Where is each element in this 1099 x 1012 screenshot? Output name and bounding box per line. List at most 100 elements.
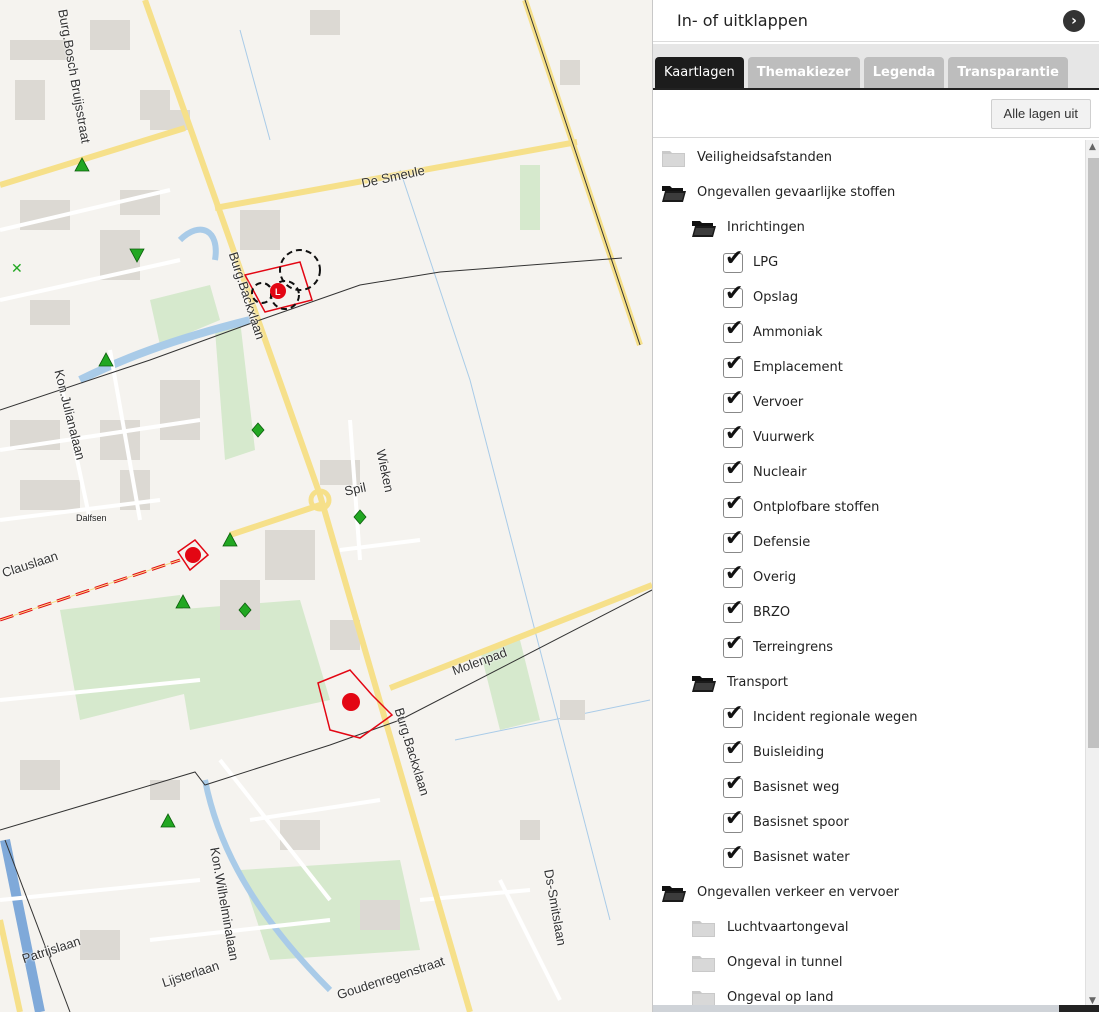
layer-row[interactable]: ✔ Overig bbox=[653, 560, 1085, 595]
folder-closed-row[interactable]: Ongeval op land bbox=[653, 980, 1085, 1006]
panel-title[interactable]: In- of uitklappen bbox=[677, 11, 808, 30]
layer-checkbox[interactable]: ✔ bbox=[723, 562, 743, 588]
scroll-thumb[interactable] bbox=[1088, 158, 1099, 748]
tab-legenda[interactable]: Legenda bbox=[863, 57, 945, 88]
layer-row[interactable]: ✔ Vervoer bbox=[653, 385, 1085, 420]
layer-checkbox[interactable]: ✔ bbox=[723, 282, 743, 308]
tab-transparantie[interactable]: Transparantie bbox=[948, 57, 1068, 88]
folder-closed-icon[interactable] bbox=[661, 148, 687, 168]
checkmark-icon: ✔ bbox=[725, 490, 744, 516]
layer-row[interactable]: ✔ BRZO bbox=[653, 595, 1085, 630]
checkmark-icon: ✔ bbox=[725, 420, 744, 446]
layer-label[interactable]: Luchtvaartongeval bbox=[727, 920, 849, 935]
layer-checkbox[interactable]: ✔ bbox=[723, 247, 743, 273]
folder-open-row[interactable]: Ongevallen gevaarlijke stoffen bbox=[653, 175, 1085, 210]
layer-checkbox[interactable]: ✔ bbox=[723, 422, 743, 448]
layer-row[interactable]: ✔ Buisleiding bbox=[653, 735, 1085, 770]
layer-label[interactable]: Buisleiding bbox=[753, 745, 824, 760]
layer-checkbox[interactable]: ✔ bbox=[723, 492, 743, 518]
layer-label[interactable]: Nucleair bbox=[753, 465, 807, 480]
layer-label[interactable]: Overig bbox=[753, 570, 796, 585]
checkmark-icon: ✔ bbox=[725, 385, 744, 411]
map-view[interactable]: L ✕ Burg.Bosch Bruijsstraat De Smeule Bu… bbox=[0, 0, 652, 1012]
svg-text:L: L bbox=[275, 287, 281, 297]
layer-row[interactable]: ✔ Emplacement bbox=[653, 350, 1085, 385]
layer-label[interactable]: Basisnet water bbox=[753, 850, 850, 865]
layer-checkbox[interactable]: ✔ bbox=[723, 772, 743, 798]
checkmark-icon: ✔ bbox=[725, 630, 744, 656]
folder-open-icon[interactable] bbox=[691, 673, 717, 693]
layer-label[interactable]: Transport bbox=[727, 675, 788, 690]
layer-checkbox[interactable]: ✔ bbox=[723, 737, 743, 763]
scroll-up-icon[interactable]: ▲ bbox=[1089, 142, 1096, 152]
layer-row[interactable]: ✔ Terreingrens bbox=[653, 630, 1085, 665]
layer-row[interactable]: ✔ Incident regionale wegen bbox=[653, 700, 1085, 735]
folder-closed-icon[interactable] bbox=[691, 953, 717, 973]
layer-checkbox[interactable]: ✔ bbox=[723, 842, 743, 868]
checkmark-icon: ✔ bbox=[725, 840, 744, 866]
tab-bar: Kaartlagen Themakiezer Legenda Transpara… bbox=[653, 44, 1099, 90]
panel-header[interactable]: In- of uitklappen › bbox=[653, 0, 1099, 42]
folder-closed-row[interactable]: Luchtvaartongeval bbox=[653, 910, 1085, 945]
layer-row[interactable]: ✔ Basisnet weg bbox=[653, 770, 1085, 805]
layer-checkbox[interactable]: ✔ bbox=[723, 317, 743, 343]
layer-label[interactable]: Defensie bbox=[753, 535, 810, 550]
layer-label[interactable]: Opslag bbox=[753, 290, 798, 305]
checkmark-icon: ✔ bbox=[725, 700, 744, 726]
vertical-scrollbar[interactable]: ▲ ▼ bbox=[1085, 140, 1099, 1006]
folder-open-row[interactable]: Ongevallen verkeer en vervoer bbox=[653, 875, 1085, 910]
folder-open-icon[interactable] bbox=[691, 218, 717, 238]
layer-label[interactable]: Vuurwerk bbox=[753, 430, 814, 445]
map-canvas[interactable]: L ✕ bbox=[0, 0, 652, 1012]
checkmark-icon: ✔ bbox=[725, 280, 744, 306]
folder-closed-icon[interactable] bbox=[691, 918, 717, 938]
checkmark-icon: ✔ bbox=[725, 595, 744, 621]
folder-open-row[interactable]: Transport bbox=[653, 665, 1085, 700]
layer-row[interactable]: ✔ Basisnet water bbox=[653, 840, 1085, 875]
layer-row[interactable]: ✔ Defensie bbox=[653, 525, 1085, 560]
layer-label[interactable]: Basisnet spoor bbox=[753, 815, 849, 830]
layer-label[interactable]: Emplacement bbox=[753, 360, 843, 375]
layer-label[interactable]: Ongevallen gevaarlijke stoffen bbox=[697, 185, 895, 200]
folder-closed-icon[interactable] bbox=[691, 988, 717, 1006]
layer-row[interactable]: ✔ Vuurwerk bbox=[653, 420, 1085, 455]
layer-checkbox[interactable]: ✔ bbox=[723, 632, 743, 658]
layer-label[interactable]: Ontplofbare stoffen bbox=[753, 500, 879, 515]
layer-label[interactable]: Ongevallen verkeer en vervoer bbox=[697, 885, 899, 900]
layer-checkbox[interactable]: ✔ bbox=[723, 527, 743, 553]
layer-label[interactable]: Veiligheidsafstanden bbox=[697, 150, 832, 165]
layer-row[interactable]: ✔ Ammoniak bbox=[653, 315, 1085, 350]
layer-row[interactable]: ✔ Ontplofbare stoffen bbox=[653, 490, 1085, 525]
layer-label[interactable]: LPG bbox=[753, 255, 778, 270]
layer-label[interactable]: Ongeval op land bbox=[727, 990, 834, 1005]
tab-themakiezer[interactable]: Themakiezer bbox=[747, 57, 860, 88]
folder-closed-row[interactable]: Veiligheidsafstanden bbox=[653, 140, 1085, 175]
tab-kaartlagen[interactable]: Kaartlagen bbox=[655, 57, 744, 88]
horizontal-scrollbar[interactable] bbox=[653, 1005, 1099, 1012]
layer-label[interactable]: Terreingrens bbox=[753, 640, 833, 655]
checkmark-icon: ✔ bbox=[725, 350, 744, 376]
layer-label[interactable]: Inrichtingen bbox=[727, 220, 805, 235]
layer-row[interactable]: ✔ LPG bbox=[653, 245, 1085, 280]
layer-label[interactable]: Basisnet weg bbox=[753, 780, 839, 795]
folder-open-icon[interactable] bbox=[661, 183, 687, 203]
folder-closed-row[interactable]: Ongeval in tunnel bbox=[653, 945, 1085, 980]
layer-label[interactable]: Vervoer bbox=[753, 395, 803, 410]
layer-label[interactable]: Ongeval in tunnel bbox=[727, 955, 843, 970]
layer-checkbox[interactable]: ✔ bbox=[723, 457, 743, 483]
folder-open-row[interactable]: Inrichtingen bbox=[653, 210, 1085, 245]
folder-open-icon[interactable] bbox=[661, 883, 687, 903]
layer-row[interactable]: ✔ Opslag bbox=[653, 280, 1085, 315]
layer-row[interactable]: ✔ Nucleair bbox=[653, 455, 1085, 490]
all-layers-off-button[interactable]: Alle lagen uit bbox=[990, 98, 1091, 129]
layer-label[interactable]: Ammoniak bbox=[753, 325, 823, 340]
chevron-right-icon[interactable]: › bbox=[1063, 9, 1085, 32]
layer-checkbox[interactable]: ✔ bbox=[723, 597, 743, 623]
layer-label[interactable]: Incident regionale wegen bbox=[753, 710, 918, 725]
layer-checkbox[interactable]: ✔ bbox=[723, 702, 743, 728]
layer-label[interactable]: BRZO bbox=[753, 605, 790, 620]
layer-checkbox[interactable]: ✔ bbox=[723, 387, 743, 413]
layer-checkbox[interactable]: ✔ bbox=[723, 807, 743, 833]
layer-checkbox[interactable]: ✔ bbox=[723, 352, 743, 378]
layer-row[interactable]: ✔ Basisnet spoor bbox=[653, 805, 1085, 840]
